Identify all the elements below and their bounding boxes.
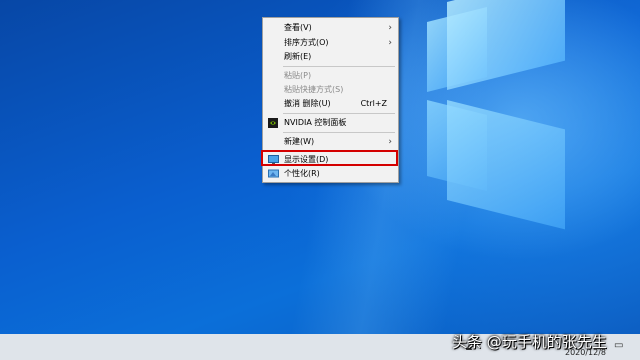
chevron-right-icon: › <box>388 23 392 33</box>
windows-logo <box>385 0 640 334</box>
chevron-right-icon: › <box>388 137 392 147</box>
menu-item-label: 个性化(R) <box>284 169 320 178</box>
menu-item-label: 查看(V) <box>284 23 312 32</box>
menu-item-label: 撤消 删除(U) <box>284 99 331 108</box>
menu-item-label: 粘贴(P) <box>284 71 312 80</box>
menu-item-refresh[interactable]: 刷新(E) <box>263 50 398 64</box>
menu-separator <box>283 66 395 67</box>
menu-item-shortcut: Ctrl+Z <box>360 99 387 108</box>
menu-item-label: 排序方式(O) <box>284 38 329 47</box>
personalize-icon <box>268 169 279 179</box>
menu-item-undo-delete[interactable]: 撤消 删除(U) Ctrl+Z <box>263 97 398 111</box>
menu-item-view[interactable]: 查看(V) › <box>263 21 398 35</box>
menu-item-nvidia-control-panel[interactable]: NVIDIA 控制面板 <box>263 116 398 130</box>
menu-item-label: 新建(W) <box>284 137 315 146</box>
chevron-right-icon: › <box>388 38 392 48</box>
taskbar-date[interactable]: 2020/12/8 <box>565 348 606 357</box>
menu-item-new[interactable]: 新建(W) › <box>263 135 398 149</box>
nvidia-icon <box>268 118 278 128</box>
highlight-box <box>261 150 398 166</box>
logo-pane-bottom-right <box>447 100 565 230</box>
menu-item-personalize[interactable]: 个性化(R) <box>263 167 398 181</box>
menu-separator <box>283 113 395 114</box>
menu-item-label: NVIDIA 控制面板 <box>284 118 347 127</box>
menu-item-sort-by[interactable]: 排序方式(O) › <box>263 36 398 50</box>
notification-icon[interactable]: ▭ <box>614 340 623 351</box>
menu-separator <box>283 132 395 133</box>
menu-item-label: 粘贴快捷方式(S) <box>284 85 344 94</box>
menu-item-paste: 粘贴(P) <box>263 69 398 83</box>
logo-pane-top-right <box>447 0 565 90</box>
menu-item-label: 刷新(E) <box>284 52 312 61</box>
menu-item-paste-shortcut: 粘贴快捷方式(S) <box>263 83 398 97</box>
